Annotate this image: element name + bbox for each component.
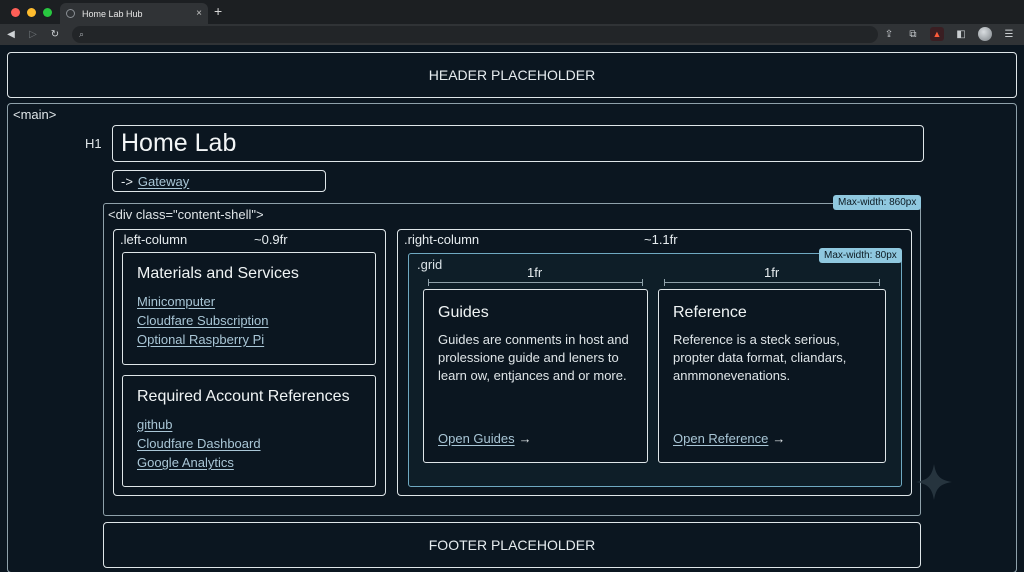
guides-card-description: Guides arе conments in host and prolessi… bbox=[438, 332, 629, 383]
left-column-label: .left-column bbox=[120, 232, 188, 247]
minimize-window-button[interactable] bbox=[27, 7, 36, 17]
sparkle-icon bbox=[916, 464, 952, 500]
accounts-card-title: Required Account References bbox=[137, 388, 350, 405]
h1-label: H1 bbox=[85, 136, 102, 151]
link-cloudfare-subscription[interactable]: Cloudfare Subscription bbox=[137, 311, 361, 330]
close-tab-icon[interactable]: × bbox=[196, 8, 202, 19]
arrow-right-icon: → bbox=[772, 431, 786, 446]
footer-placeholder: FOOTER PLACEHOLDER bbox=[103, 522, 921, 568]
brave-icon[interactable]: ▲ bbox=[930, 27, 944, 41]
gateway-arrow: -> bbox=[121, 173, 133, 189]
materials-card: Materials and Services Minicomputer Clou… bbox=[122, 252, 376, 365]
grid-max-width-badge: Max-width: 80px bbox=[819, 248, 902, 263]
guides-card: Guides Guides arе conments in host and p… bbox=[423, 289, 648, 463]
materials-card-title: Materials and Services bbox=[137, 265, 299, 282]
grid-track-2-ruler bbox=[664, 279, 880, 286]
tab-title: Home Lab Hub bbox=[82, 8, 143, 19]
grid-label: .grid bbox=[417, 257, 443, 272]
open-guides-link[interactable]: Open Guides bbox=[438, 431, 515, 446]
header-placeholder-text: HEADER PLACEHOLDER bbox=[428, 67, 596, 83]
link-minicomputer[interactable]: Minicomputer bbox=[137, 292, 361, 311]
gateway-link[interactable]: Gateway bbox=[138, 174, 189, 189]
share-icon[interactable]: ⇪ bbox=[882, 29, 896, 40]
header-placeholder: HEADER PLACEHOLDER bbox=[7, 52, 1017, 98]
reference-card-title: Reference bbox=[673, 304, 747, 321]
address-bar[interactable]: ⌕ bbox=[72, 26, 878, 43]
browser-tab[interactable]: Home Lab Hub × bbox=[60, 3, 208, 24]
window-controls bbox=[11, 7, 52, 17]
browser-tab-bar: Home Lab Hub × + bbox=[0, 0, 1024, 24]
link-raspberry-pi[interactable]: Optional Raspberry Pi bbox=[137, 330, 361, 349]
right-column-label: .right-column bbox=[404, 232, 480, 247]
guides-card-title: Guides bbox=[438, 304, 489, 321]
link-google-analytics[interactable]: Google Analytics bbox=[137, 453, 361, 472]
browser-toolbar: ◀ ▷ ↻ ⌕ ⇪ ⧉ ▲ ◧ ☰ bbox=[0, 24, 1024, 45]
left-column-fr: ~0.9fr bbox=[254, 232, 288, 247]
page-title: Home Lab bbox=[112, 125, 924, 162]
menu-icon[interactable]: ☰ bbox=[1002, 29, 1016, 40]
open-reference-link[interactable]: Open Reference bbox=[673, 431, 768, 446]
gateway-nav: -> Gateway bbox=[112, 170, 326, 192]
grid-track-1-ruler bbox=[428, 279, 643, 286]
shell-max-width-badge: Max-width: 860px bbox=[833, 195, 922, 210]
close-window-button[interactable] bbox=[11, 7, 20, 17]
maximize-window-button[interactable] bbox=[43, 7, 52, 17]
back-icon[interactable]: ◀ bbox=[0, 29, 22, 40]
page-title-text: Home Lab bbox=[121, 129, 237, 157]
extensions-icon[interactable]: ⧉ bbox=[906, 29, 920, 40]
grid-track-2-label: 1fr bbox=[764, 265, 780, 280]
sidebar-icon[interactable]: ◧ bbox=[954, 29, 968, 40]
right-column-fr: ~1.1fr bbox=[644, 232, 678, 247]
content-shell-label: <div class="content-shell"> bbox=[108, 207, 264, 222]
footer-placeholder-text: FOOTER PLACEHOLDER bbox=[428, 537, 596, 553]
forward-icon[interactable]: ▷ bbox=[22, 29, 44, 40]
reference-card: Reference Reference is a steck serious, … bbox=[658, 289, 886, 463]
main-tag-label: <main> bbox=[13, 107, 57, 122]
link-github[interactable]: github bbox=[137, 415, 361, 434]
search-icon: ⌕ bbox=[79, 29, 85, 39]
reference-card-description: Reference is a steck serious, propter da… bbox=[673, 332, 847, 383]
accounts-card: Required Account References github Cloud… bbox=[122, 375, 376, 487]
grid-track-1-label: 1fr bbox=[527, 265, 543, 280]
profile-avatar[interactable] bbox=[978, 27, 992, 41]
globe-icon bbox=[66, 9, 75, 18]
arrow-right-icon: → bbox=[518, 431, 532, 446]
new-tab-button[interactable]: + bbox=[214, 3, 222, 19]
reload-icon[interactable]: ↻ bbox=[44, 29, 66, 40]
link-cloudfare-dashboard[interactable]: Cloudfare Dashboard bbox=[137, 434, 361, 453]
